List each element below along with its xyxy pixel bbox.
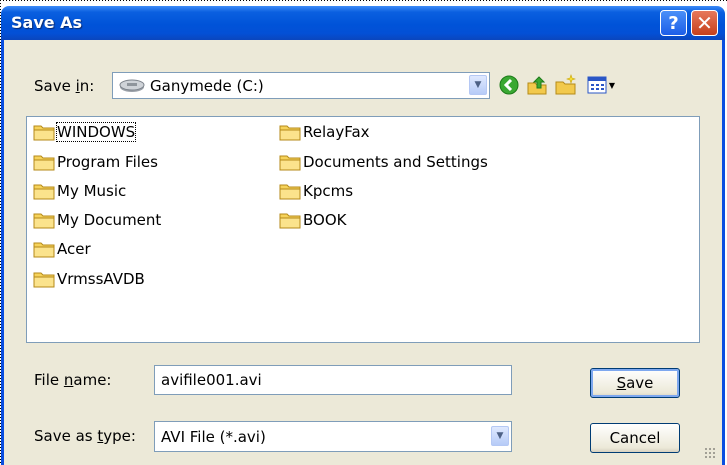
folder-item[interactable]: Kpcms: [279, 180, 353, 201]
selection-border-top: [0, 0, 727, 1]
folder-icon: [279, 213, 301, 228]
up-folder-icon: [527, 76, 547, 95]
folder-name: Kpcms: [303, 181, 354, 200]
save-in-dropdown-button[interactable]: ▼: [469, 75, 487, 95]
close-icon: ✕: [696, 11, 713, 35]
folder-icon: [33, 272, 55, 287]
question-icon: ?: [668, 12, 679, 34]
folder-item[interactable]: BOOK: [279, 209, 346, 230]
save-in-value: Ganymede (C:): [150, 77, 264, 95]
file-name-value: avifile001.avi: [161, 371, 262, 389]
file-name-input[interactable]: avifile001.avi: [154, 365, 512, 395]
help-button[interactable]: ?: [660, 10, 687, 36]
save-type-dropdown-button[interactable]: ▼: [491, 426, 509, 446]
folder-name: VrmssAVDB: [57, 269, 145, 288]
file-name-label: File name:: [34, 371, 112, 389]
folder-icon: [279, 125, 301, 140]
folder-name: WINDOWS: [55, 121, 137, 142]
folder-name: My Document: [57, 210, 162, 229]
cancel-button[interactable]: Cancel: [590, 423, 680, 453]
close-button[interactable]: ✕: [691, 10, 718, 36]
folder-item[interactable]: WINDOWS: [33, 121, 137, 142]
folder-icon: [33, 242, 55, 257]
drive-icon: [119, 79, 145, 97]
views-dropdown-arrow: ▼: [608, 80, 616, 90]
save-type-combo[interactable]: AVI File (*.avi) ▼: [154, 421, 512, 452]
folder-item[interactable]: My Document: [33, 209, 161, 230]
dialog-body: Save in: Ganymede (C:) ▼ ▼ WINDOWS Progr…: [1, 40, 725, 465]
up-folder-button[interactable]: [525, 73, 549, 97]
chevron-down-icon: ▼: [496, 431, 504, 441]
folder-item[interactable]: My Music: [33, 180, 126, 201]
title-bar[interactable]: Save As ? ✕: [1, 6, 725, 40]
file-list[interactable]: WINDOWS Program Files My Music My Docume…: [26, 116, 700, 343]
dialog-title: Save As: [11, 13, 83, 32]
save-button-label: Save: [616, 374, 654, 392]
save-button[interactable]: Save: [590, 368, 680, 398]
resize-grip[interactable]: [704, 447, 716, 459]
save-type-label: Save as type:: [34, 427, 136, 445]
folder-name: BOOK: [303, 210, 347, 229]
folder-name: Program Files: [57, 152, 158, 171]
save-as-dialog: Save As ? ✕ Save in: Ganymede (C:) ▼ ▼ W…: [1, 6, 725, 465]
folder-icon: [33, 155, 55, 170]
folder-item[interactable]: RelayFax: [279, 121, 370, 142]
new-folder-button[interactable]: [554, 73, 578, 97]
folder-icon: [33, 213, 55, 228]
folder-icon: [33, 125, 55, 140]
back-icon: [499, 75, 519, 95]
folder-name: RelayFax: [303, 122, 370, 141]
folder-item[interactable]: VrmssAVDB: [33, 268, 145, 289]
folder-item[interactable]: Acer: [33, 238, 91, 259]
folder-name: My Music: [57, 181, 127, 200]
folder-icon: [33, 184, 55, 199]
folder-icon: [279, 155, 301, 170]
save-in-combo[interactable]: Ganymede (C:) ▼: [112, 72, 490, 99]
folder-item[interactable]: Documents and Settings: [279, 151, 488, 172]
folder-name: Acer: [57, 239, 91, 258]
cancel-button-label: Cancel: [609, 429, 661, 447]
views-menu-button[interactable]: ▼: [584, 73, 618, 97]
back-button[interactable]: [497, 73, 521, 97]
new-folder-icon: [555, 74, 576, 95]
folder-item[interactable]: Program Files: [33, 151, 158, 172]
folder-name: Documents and Settings: [303, 152, 488, 171]
save-in-label: Save in:: [34, 77, 95, 95]
save-type-value: AVI File (*.avi): [161, 427, 266, 446]
folder-icon: [279, 184, 301, 199]
views-icon: [587, 76, 607, 94]
chevron-down-icon: ▼: [474, 80, 482, 90]
